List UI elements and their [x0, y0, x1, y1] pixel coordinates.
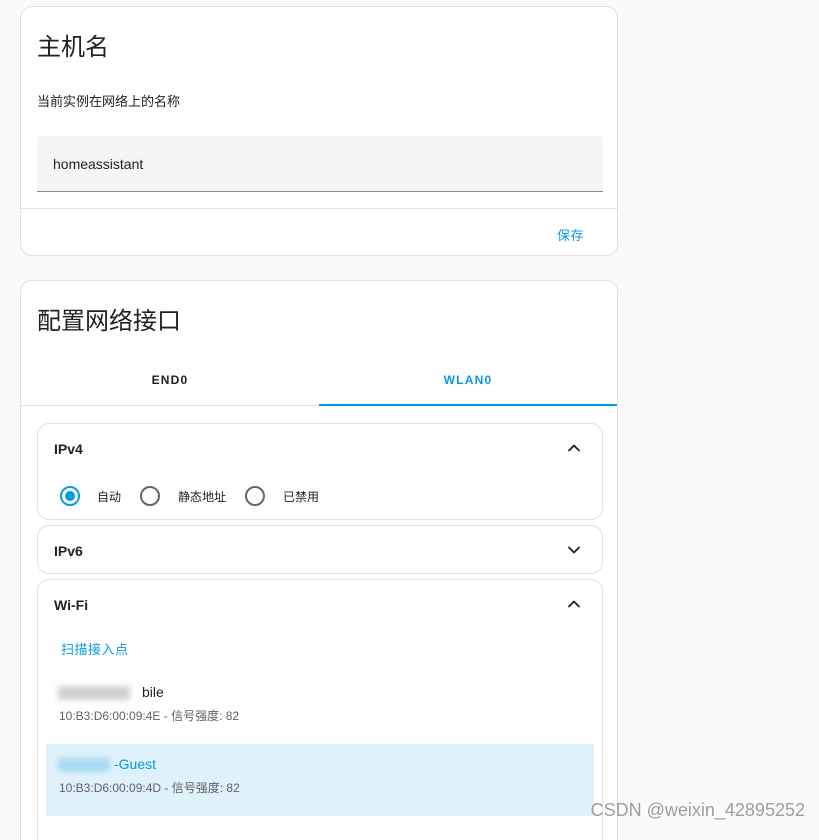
wifi-network-meta: 10:B3:D6:00:09:4D - 信号强度: 82 — [59, 781, 240, 795]
radio-static[interactable] — [140, 486, 160, 506]
tab-end0[interactable]: END0 — [21, 361, 319, 405]
tab-wlan0[interactable]: WLAN0 — [319, 361, 617, 405]
redacted-ssid-mask — [58, 758, 110, 772]
interface-tabs: END0 WLAN0 — [21, 361, 617, 406]
hostname-card-title: 主机名 — [37, 34, 109, 61]
radio-disabled[interactable] — [245, 486, 265, 506]
ipv6-title[interactable]: IPv6 — [54, 543, 83, 559]
wifi-network-item[interactable]: bile 10:B3:D6:00:09:4E - 信号强度: 82 — [46, 672, 594, 744]
ipv4-panel: IPv4 自动 静态地址 已禁用 — [37, 423, 603, 520]
wifi-network-item-selected[interactable]: -Guest 10:B3:D6:00:09:4D - 信号强度: 82 — [46, 744, 594, 816]
hostname-divider — [21, 208, 617, 209]
chevron-down-icon[interactable] — [564, 540, 584, 560]
network-interface-card: 配置网络接口 END0 WLAN0 IPv4 自动 静态地址 已禁用 IPv6 … — [20, 280, 618, 840]
watermark: CSDN @weixin_42895252 — [590, 800, 805, 820]
radio-auto[interactable] — [60, 486, 80, 506]
scan-access-points-button[interactable]: 扫描接入点 — [61, 639, 129, 658]
radio-disabled-label: 已禁用 — [283, 490, 320, 504]
wifi-network-name: bile — [142, 684, 164, 700]
wifi-panel: Wi-Fi 扫描接入点 bile 10:B3:D6:00:09:4E - 信号强… — [37, 579, 603, 840]
redacted-ssid-mask — [58, 686, 130, 700]
hostname-description: 当前实例在网络上的名称 — [37, 94, 181, 109]
wifi-network-name: -Guest — [114, 756, 157, 772]
hostname-card: 主机名 当前实例在网络上的名称 保存 — [20, 6, 618, 256]
wifi-network-meta: 10:B3:D6:00:09:4E - 信号强度: 82 — [59, 709, 240, 723]
network-card-title: 配置网络接口 — [37, 308, 181, 335]
radio-static-label: 静态地址 — [178, 490, 227, 504]
radio-auto-label: 自动 — [97, 490, 122, 504]
hostname-input[interactable] — [37, 136, 603, 192]
save-button[interactable]: 保存 — [557, 225, 584, 244]
wifi-title[interactable]: Wi-Fi — [54, 597, 88, 613]
ipv4-title[interactable]: IPv4 — [54, 441, 83, 457]
active-tab-indicator — [319, 404, 617, 406]
ipv6-panel: IPv6 — [37, 525, 603, 574]
chevron-up-icon[interactable] — [564, 594, 584, 614]
chevron-up-icon[interactable] — [564, 438, 584, 458]
